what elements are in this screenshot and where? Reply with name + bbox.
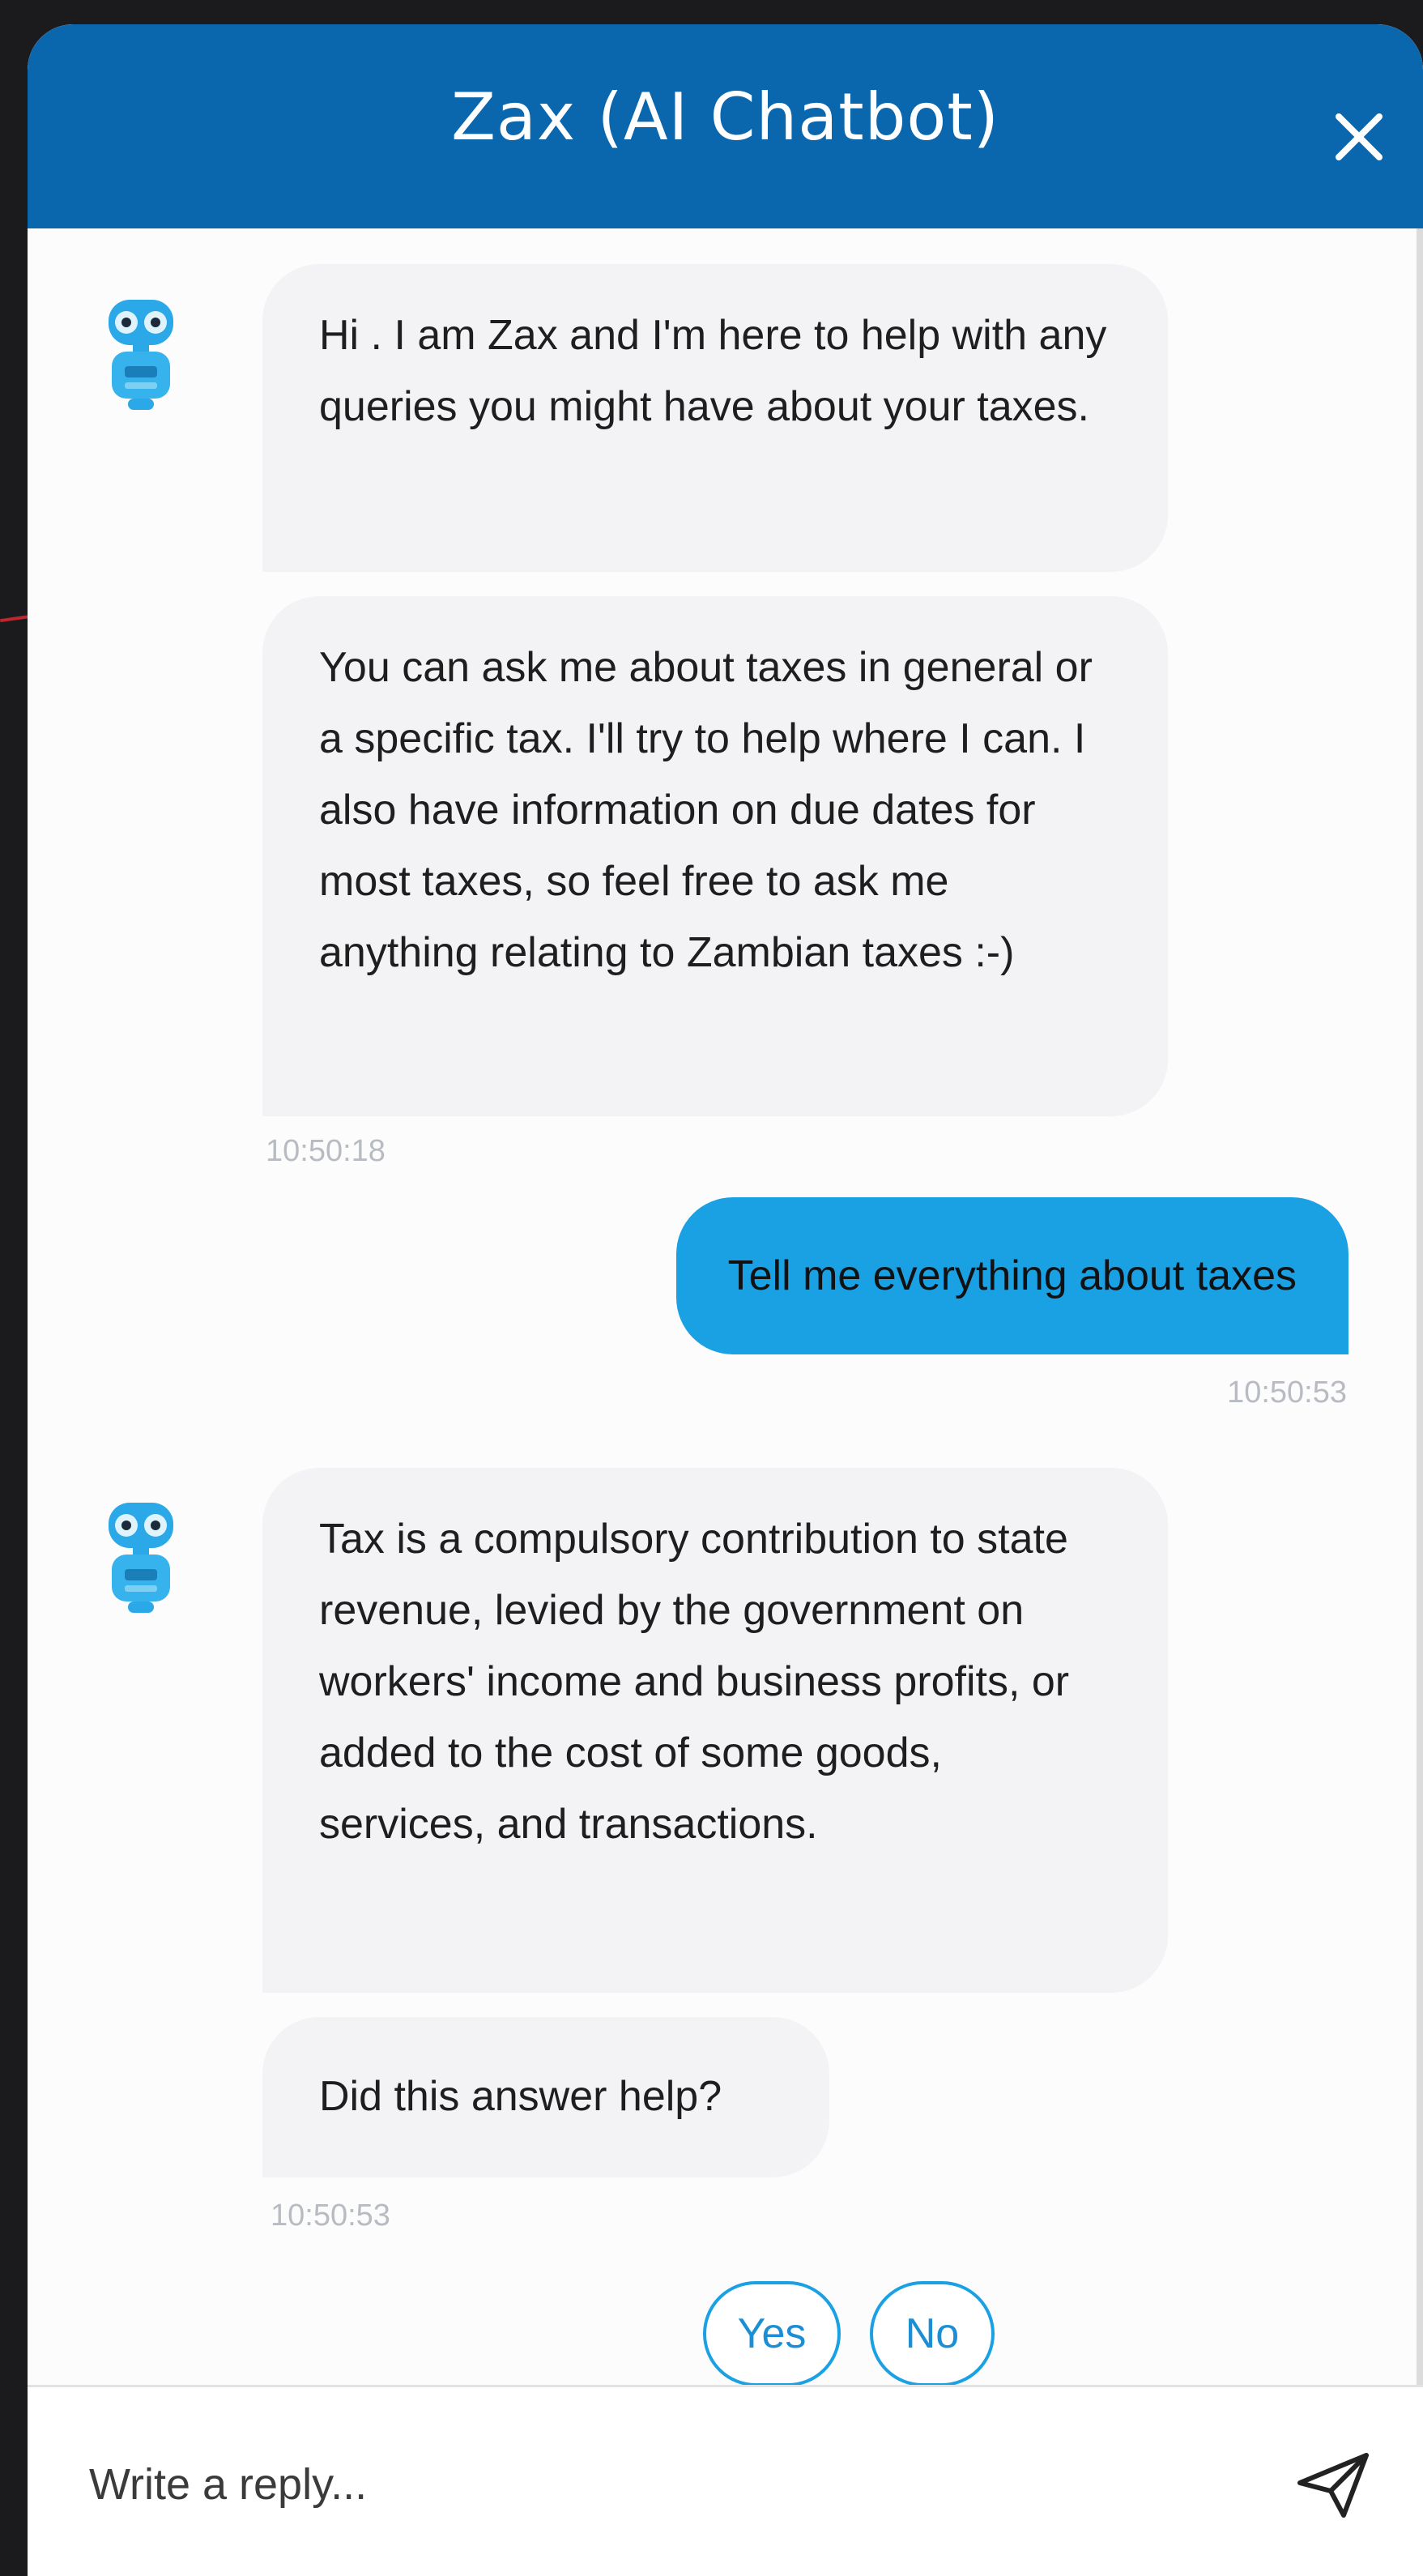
quick-reply-yes-button[interactable]: Yes	[703, 2281, 841, 2386]
user-message: Tell me everything about taxes	[675, 1197, 1348, 1354]
message-text: Did this answer help?	[319, 2073, 722, 2120]
chat-window: Zax (AI Chatbot) Hi . I am Zax and I'm h…	[28, 24, 1423, 2576]
message-text: Tell me everything about taxes	[727, 1252, 1297, 1299]
reply-input[interactable]	[89, 2444, 1223, 2525]
close-icon	[1336, 113, 1383, 160]
quick-reply-no-button[interactable]: No	[870, 2281, 995, 2386]
bot-message: You can ask me about taxes in general or…	[262, 596, 1168, 1116]
robot-avatar-icon	[109, 300, 173, 410]
message-list[interactable]: Hi . I am Zax and I'm here to help with …	[28, 228, 1423, 2386]
message-timestamp: 10:50:53	[271, 2199, 390, 2233]
send-icon	[1297, 2453, 1369, 2518]
bot-message: Tax is a compulsory contribution to stat…	[262, 1468, 1168, 1993]
robot-avatar-icon	[109, 1503, 173, 1613]
message-timestamp: 10:50:18	[266, 1134, 386, 1168]
close-button[interactable]	[1324, 102, 1394, 172]
message-text: Hi . I am Zax and I'm here to help with …	[319, 312, 1107, 430]
composer	[28, 2385, 1423, 2576]
message-timestamp: 10:50:53	[1227, 1375, 1347, 1410]
bot-message: Did this answer help?	[262, 2017, 829, 2177]
chat-title: Zax (AI Chatbot)	[451, 79, 999, 155]
message-text: Tax is a compulsory contribution to stat…	[319, 1516, 1070, 1848]
scrollbar[interactable]	[1417, 228, 1423, 2385]
chat-header: Zax (AI Chatbot)	[28, 24, 1423, 228]
bot-message: Hi . I am Zax and I'm here to help with …	[262, 264, 1168, 572]
send-button[interactable]	[1295, 2450, 1373, 2520]
message-text: You can ask me about taxes in general or…	[319, 644, 1093, 976]
